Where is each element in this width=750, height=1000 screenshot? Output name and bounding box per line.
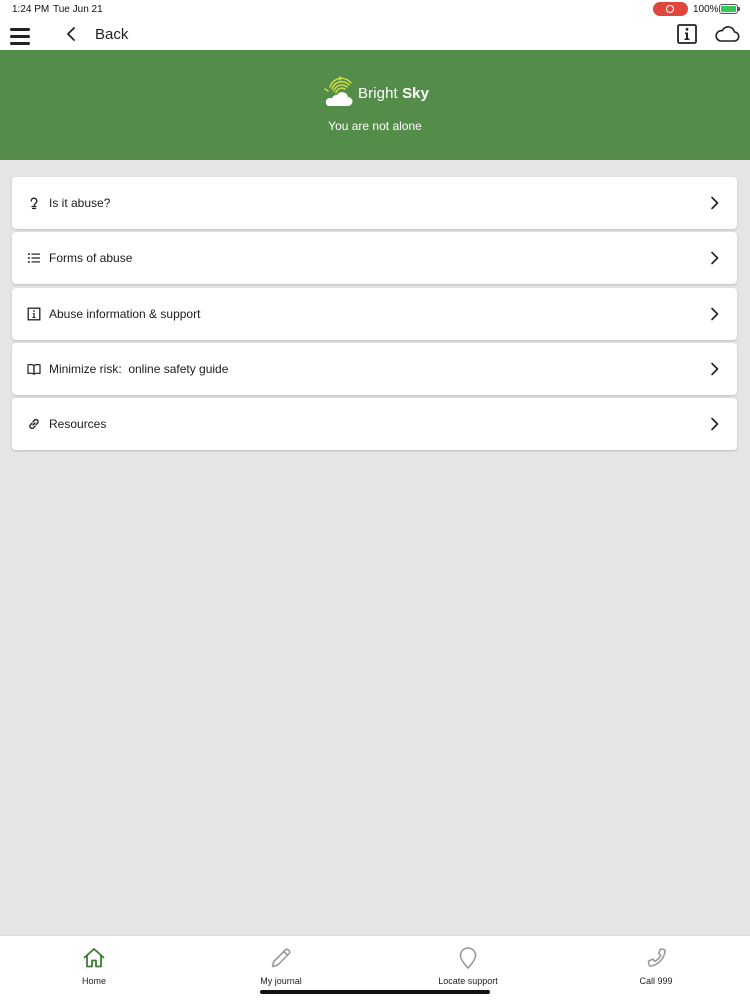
menu-item-label: Is it abuse? bbox=[49, 196, 111, 210]
menu-item-label: Minimize risk: online safety guide bbox=[49, 361, 229, 376]
tab-label: Call 999 bbox=[639, 976, 673, 986]
chevron-right-icon bbox=[711, 196, 719, 210]
list-icon bbox=[27, 251, 41, 265]
menu-item-label: Forms of abuse bbox=[49, 251, 133, 266]
chevron-left-icon bbox=[67, 27, 75, 41]
menu-item-label: Abuse information & support bbox=[49, 306, 201, 321]
tab-label: Home bbox=[81, 976, 106, 986]
tab-call-999[interactable]: Call 999 bbox=[596, 936, 716, 996]
chevron-right-icon bbox=[711, 307, 719, 320]
brand-name-bold: Sky bbox=[402, 84, 430, 102]
brand-name-regular: Bright bbox=[358, 84, 403, 102]
tab-home[interactable]: Home bbox=[34, 936, 154, 996]
location-pin-icon bbox=[459, 947, 477, 969]
question-bulb-icon bbox=[27, 196, 41, 210]
cloud-icon[interactable] bbox=[714, 24, 740, 44]
back-label: Back bbox=[95, 25, 129, 43]
home-indicator bbox=[260, 990, 490, 994]
chevron-right-icon bbox=[711, 362, 719, 376]
link-icon bbox=[27, 417, 41, 431]
menu-item-resources[interactable]: Resources bbox=[12, 398, 737, 451]
home-icon bbox=[83, 948, 105, 968]
menu-icon[interactable] bbox=[10, 28, 30, 45]
tab-locate-support[interactable]: Locate support bbox=[408, 936, 528, 996]
tab-label: Locate support bbox=[438, 976, 498, 986]
bright-sky-logo: Bright Sky bbox=[322, 76, 429, 110]
phone-icon bbox=[647, 948, 666, 967]
battery-icon bbox=[719, 4, 740, 14]
tab-my-journal[interactable]: My journal bbox=[221, 936, 341, 996]
chevron-right-icon bbox=[711, 251, 719, 265]
status-date: Tue Jun 21 bbox=[53, 4, 103, 15]
header-banner: Bright Sky You are not alone bbox=[0, 50, 750, 160]
chevron-right-icon bbox=[711, 417, 719, 431]
back-button[interactable]: Back bbox=[64, 22, 128, 46]
nav-bar: Back bbox=[0, 18, 750, 50]
battery-percentage: 100% bbox=[693, 4, 719, 15]
brand-name: Bright Sky bbox=[358, 85, 429, 102]
menu-item-minimize-risk[interactable]: Minimize risk: online safety guide bbox=[12, 342, 737, 395]
menu-list: Is it abuse? Forms of abuse Abuse inform… bbox=[12, 177, 737, 453]
tab-label: My journal bbox=[260, 976, 302, 986]
info-icon[interactable] bbox=[677, 24, 697, 44]
menu-item-abuse-information[interactable]: Abuse information & support bbox=[12, 287, 737, 340]
pencil-icon bbox=[271, 948, 291, 968]
menu-item-is-it-abuse[interactable]: Is it abuse? bbox=[12, 177, 737, 229]
status-time: 1:24 PM bbox=[12, 4, 50, 15]
menu-item-label: Resources bbox=[49, 417, 107, 432]
info-square-icon bbox=[27, 307, 41, 321]
screen-recording-icon bbox=[653, 2, 688, 16]
sun-cloud-icon bbox=[324, 76, 353, 106]
book-icon bbox=[27, 362, 41, 376]
status-bar: 1:24 PM Tue Jun 21 100% bbox=[0, 0, 750, 18]
menu-item-forms-of-abuse[interactable]: Forms of abuse bbox=[12, 232, 737, 285]
tagline: You are not alone bbox=[328, 119, 422, 133]
